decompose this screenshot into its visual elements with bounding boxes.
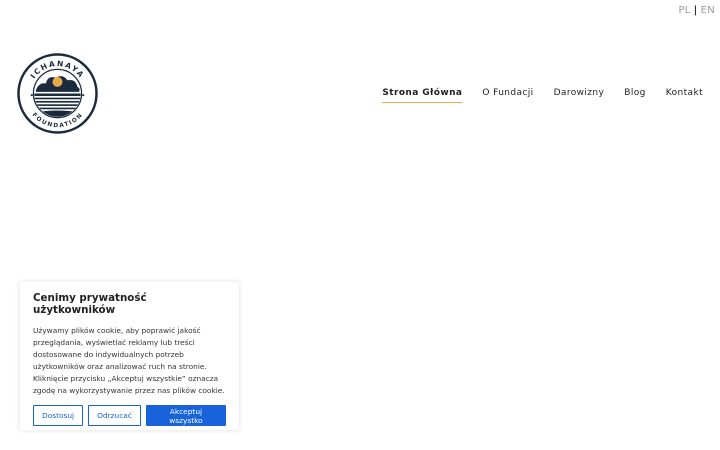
cookie-title: Cenimy prywatność użytkowników (33, 292, 147, 316)
language-switcher: PL | EN (678, 5, 715, 16)
nav-item-home[interactable]: Strona Główna (382, 88, 463, 103)
lang-pl-link[interactable]: PL (678, 5, 690, 16)
nav-item-donations[interactable]: Darowizny (554, 88, 605, 103)
nav-item-contact[interactable]: Kontakt (666, 88, 703, 103)
nav-item-about[interactable]: O Fundacji (482, 88, 533, 103)
cookie-consent-banner: Cenimy prywatność użytkowników Używamy p… (20, 282, 239, 430)
lang-separator: | (693, 5, 698, 16)
accept-all-button[interactable]: Akceptuj wszystko (145, 405, 226, 426)
cookie-actions: Dostosuj Odrzucać Akceptuj wszystko (33, 405, 226, 426)
foundation-logo[interactable]: ICHANAYA FOUNDATION (16, 52, 99, 135)
cookie-description: Używamy plików cookie, aby poprawić jako… (33, 326, 225, 395)
lang-en-link[interactable]: EN (701, 5, 715, 16)
nav-item-blog[interactable]: Blog (624, 88, 646, 103)
customize-button[interactable]: Dostosuj (33, 405, 84, 426)
main-navigation: Strona Główna O Fundacji Darowizny Blog … (382, 88, 703, 103)
reject-button[interactable]: Odrzucać (88, 405, 141, 426)
foundation-logo-emblem: ICHANAYA FOUNDATION (17, 53, 98, 134)
